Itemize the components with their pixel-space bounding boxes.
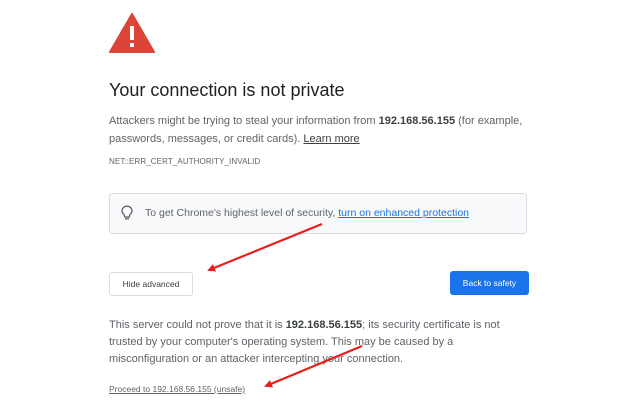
tip-message: To get Chrome's highest level of securit… (145, 207, 339, 219)
tip-text: To get Chrome's highest level of securit… (145, 207, 469, 219)
details-prefix: This server could not prove that it is (109, 319, 286, 331)
ssl-interstitial-page: Your connection is not private Attackers… (0, 0, 643, 420)
back-to-safety-button[interactable]: Back to safety (450, 271, 529, 295)
hide-advanced-button[interactable]: Hide advanced (109, 272, 193, 296)
enhanced-protection-tip: To get Chrome's highest level of securit… (109, 193, 527, 234)
learn-more-link[interactable]: Learn more (303, 133, 359, 145)
description-prefix: Attackers might be trying to steal your … (109, 115, 379, 127)
details-host: 192.168.56.155 (285, 319, 363, 331)
warning-triangle-icon (109, 13, 155, 53)
page-title: Your connection is not private (109, 80, 345, 100)
advanced-details-text: This server could not prove that it is 1… (109, 317, 529, 368)
description-text: Attackers might be trying to steal your … (109, 112, 529, 148)
enhanced-protection-link[interactable]: turn on enhanced protection (338, 207, 469, 219)
lightbulb-icon (121, 205, 133, 220)
error-code: NET::ERR_CERT_AUTHORITY_INVALID (109, 157, 261, 166)
description-host: 192.168.56.155 (378, 115, 456, 127)
proceed-unsafe-link[interactable]: Proceed to 192.168.56.155 (unsafe) (109, 384, 245, 394)
